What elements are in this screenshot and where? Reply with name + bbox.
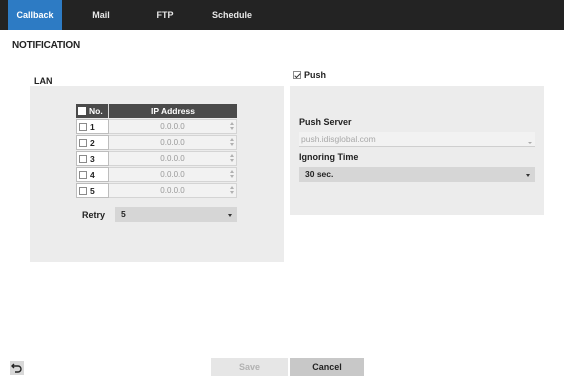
ip-address-value: 0.0.0.0 (160, 122, 185, 131)
table-row: 2 0.0.0.0 (76, 135, 237, 150)
tab-mail[interactable]: Mail (74, 0, 128, 30)
select-all-checkbox[interactable] (78, 107, 86, 115)
ip-address-value: 0.0.0.0 (160, 170, 185, 179)
push-checkbox[interactable] (293, 71, 301, 79)
row-number-cell: 1 (76, 119, 109, 134)
ip-address-table: No. IP Address 1 0.0.0.0 2 0.0.0.0 3 0.0… (76, 104, 237, 198)
retry-select[interactable]: 5 (115, 207, 237, 222)
ignoring-time-label: Ignoring Time (299, 152, 359, 162)
no-column-label: No. (89, 106, 103, 116)
push-panel (290, 86, 544, 215)
ip-spinner[interactable] (229, 169, 234, 180)
retry-value: 5 (121, 209, 126, 219)
chevron-down-icon (526, 174, 530, 177)
ip-address-input[interactable]: 0.0.0.0 (109, 151, 237, 166)
save-button[interactable]: Save (211, 358, 288, 376)
ip-address-input[interactable]: 0.0.0.0 (109, 167, 237, 182)
row-number-cell: 2 (76, 135, 109, 150)
spin-up-icon[interactable] (229, 170, 234, 173)
spin-down-icon[interactable] (229, 175, 234, 178)
push-server-label: Push Server (299, 117, 352, 127)
tab-schedule[interactable]: Schedule (200, 0, 264, 30)
row-checkbox[interactable] (79, 186, 87, 195)
ip-spinner[interactable] (229, 153, 234, 164)
tab-callback[interactable]: Callback (8, 0, 62, 30)
table-row: 3 0.0.0.0 (76, 151, 237, 166)
ip-address-input[interactable]: 0.0.0.0 (109, 119, 237, 134)
table-row: 4 0.0.0.0 (76, 167, 237, 182)
ip-address-input[interactable]: 0.0.0.0 (109, 135, 237, 150)
back-arrow-icon (11, 363, 22, 373)
table-header: No. IP Address (76, 104, 237, 118)
no-column-header: No. (76, 104, 109, 118)
ignoring-time-select[interactable]: 30 sec. (299, 167, 535, 182)
row-number: 3 (90, 153, 95, 164)
retry-label: Retry (82, 210, 106, 220)
spin-up-icon[interactable] (229, 138, 234, 141)
spin-up-icon[interactable] (229, 186, 234, 189)
page-title: NOTIFICATION (12, 40, 80, 51)
table-row: 5 0.0.0.0 (76, 183, 237, 198)
ignoring-time-value: 30 sec. (305, 169, 334, 179)
row-number-cell: 4 (76, 167, 109, 182)
ip-address-value: 0.0.0.0 (160, 154, 185, 163)
row-number: 4 (90, 169, 95, 180)
tab-bar: Callback Mail FTP Schedule (0, 0, 564, 30)
row-number: 1 (90, 121, 95, 132)
lan-label: LAN (34, 76, 53, 86)
row-checkbox[interactable] (79, 154, 87, 163)
spin-up-icon[interactable] (229, 122, 234, 125)
cancel-button[interactable]: Cancel (290, 358, 364, 376)
spin-down-icon[interactable] (229, 127, 234, 130)
chevron-down-icon (528, 142, 532, 144)
back-button[interactable] (10, 361, 24, 375)
spin-down-icon[interactable] (229, 143, 234, 146)
push-label: Push (304, 70, 327, 80)
ip-spinner[interactable] (229, 185, 234, 196)
ip-address-value: 0.0.0.0 (160, 138, 185, 147)
row-checkbox[interactable] (79, 122, 87, 131)
spin-up-icon[interactable] (229, 154, 234, 157)
row-number-cell: 5 (76, 183, 109, 198)
row-checkbox[interactable] (79, 170, 87, 179)
row-number-cell: 3 (76, 151, 109, 166)
row-checkbox[interactable] (79, 138, 87, 147)
ip-column-header: IP Address (151, 106, 195, 116)
table-row: 1 0.0.0.0 (76, 119, 237, 134)
push-server-input[interactable]: push.idisglobal.com (299, 132, 535, 147)
row-number: 2 (90, 137, 95, 148)
spin-down-icon[interactable] (229, 191, 234, 194)
push-server-value: push.idisglobal.com (301, 134, 376, 144)
spin-down-icon[interactable] (229, 159, 234, 162)
chevron-down-icon (228, 214, 232, 217)
push-checkbox-group[interactable]: Push (293, 70, 326, 80)
ip-spinner[interactable] (229, 121, 234, 132)
ip-address-value: 0.0.0.0 (160, 186, 185, 195)
ip-spinner[interactable] (229, 137, 234, 148)
ip-address-input[interactable]: 0.0.0.0 (109, 183, 237, 198)
row-number: 5 (90, 185, 95, 196)
tab-ftp[interactable]: FTP (138, 0, 192, 30)
